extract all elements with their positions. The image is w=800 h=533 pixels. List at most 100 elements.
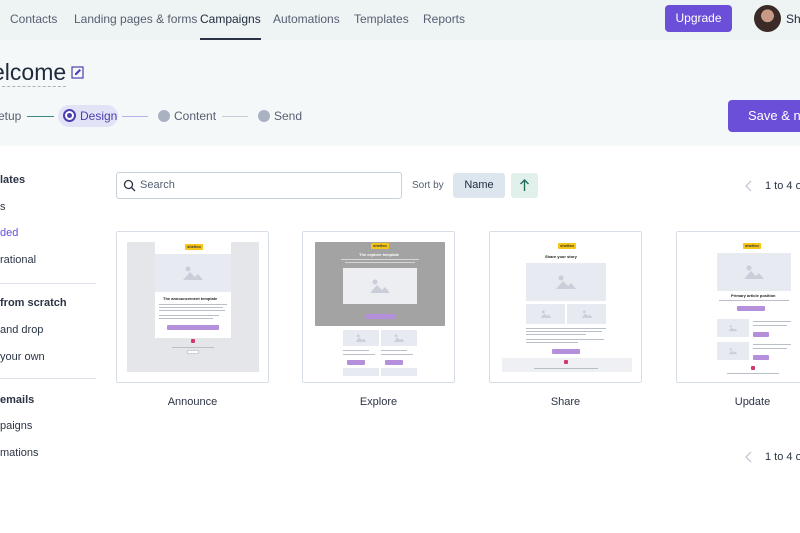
template-name-announce[interactable]: Announce — [116, 396, 269, 408]
image-placeholder-icon — [526, 263, 606, 301]
sidebar-heading-emails: emails — [0, 394, 35, 406]
sidebar-item-code-own[interactable]: your own — [0, 351, 45, 363]
thumbnail-text-line — [526, 328, 606, 329]
thumbnail-cta — [167, 325, 219, 330]
nav-automations[interactable]: Automations — [273, 0, 340, 40]
thumbnail-text-line — [381, 354, 413, 355]
thumbnail-text-line — [343, 354, 375, 355]
thumbnail-heading: Share your story — [545, 254, 577, 259]
thumbnail-text-line — [341, 259, 419, 260]
thumbnail-footer-line — [534, 368, 598, 369]
nav-reports[interactable]: Reports — [423, 0, 465, 40]
arrow-up-icon — [520, 179, 529, 191]
thumbnail-logo: shelleo — [185, 244, 203, 250]
instagram-icon — [191, 339, 195, 343]
sidebar-heading-templates: lates — [0, 174, 26, 186]
step-content[interactable]: Content — [174, 109, 216, 123]
step-setup[interactable]: etup — [0, 109, 21, 123]
nav-contacts[interactable]: Contacts — [10, 0, 57, 40]
image-placeholder — [343, 368, 379, 376]
search-icon — [123, 179, 136, 192]
nav-campaigns[interactable]: Campaigns — [200, 0, 261, 40]
edit-icon[interactable] — [71, 66, 84, 79]
sort-by-label: Sort by — [412, 180, 444, 191]
step-connector-todo — [222, 116, 248, 117]
template-card-share[interactable]: shelleo Share your story — [489, 231, 642, 383]
image-placeholder-icon — [155, 254, 231, 292]
thumbnail-text-line — [526, 339, 604, 340]
step-connector-progress — [122, 116, 148, 117]
pager-text-bottom: 1 to 4 of — [765, 451, 800, 463]
top-nav: Contacts Landing pages & forms Campaigns… — [0, 0, 800, 40]
step-design[interactable]: Design — [80, 109, 117, 123]
thumbnail-text-line — [345, 262, 415, 263]
image-placeholder-icon — [567, 304, 606, 324]
image-placeholder — [381, 368, 417, 376]
thumbnail-text-line — [159, 307, 223, 308]
thumbnail-heading: The explore template — [359, 252, 400, 257]
thumbnail-footer-line — [727, 373, 779, 374]
sort-direction-button[interactable] — [511, 173, 538, 198]
radio-selected-icon — [63, 109, 76, 122]
template-name-explore[interactable]: Explore — [302, 396, 455, 408]
sidebar-heading-scratch: from scratch — [0, 297, 67, 309]
template-name-update[interactable]: Update — [676, 396, 800, 408]
thumbnail-text-line — [753, 348, 787, 349]
image-placeholder-icon — [343, 268, 417, 304]
sort-name-button[interactable]: Name — [453, 173, 505, 198]
thumbnail-cta — [753, 355, 769, 360]
thumbnail-text-line — [159, 315, 219, 316]
instagram-icon — [564, 360, 568, 364]
nav-landing-pages-forms[interactable]: Landing pages & forms — [74, 0, 197, 40]
pager-prev-icon[interactable] — [744, 451, 754, 463]
thumbnail-logo: shelleo — [371, 243, 389, 249]
template-card-update[interactable]: shelleo Primary article position — [676, 231, 800, 383]
sidebar-item-3[interactable]: rational — [0, 254, 36, 266]
thumbnail-text-line — [159, 318, 213, 319]
thumbnail-heading: The announcement template — [163, 296, 218, 301]
thumbnail-cta — [737, 306, 765, 311]
page-title: elcome — [0, 58, 67, 87]
sidebar-divider — [0, 378, 96, 379]
thumbnail-text-line — [753, 321, 791, 322]
image-placeholder-icon — [717, 342, 749, 360]
step-send[interactable]: Send — [274, 109, 302, 123]
pager-prev-icon[interactable] — [744, 180, 754, 192]
pager-text-top: 1 to 4 of — [765, 180, 800, 192]
image-placeholder-icon — [343, 330, 379, 346]
nav-templates[interactable]: Templates — [354, 0, 409, 40]
upgrade-button[interactable]: Upgrade — [665, 5, 732, 32]
thumbnail-text-line — [753, 344, 791, 345]
template-name-share[interactable]: Share — [489, 396, 642, 408]
thumbnail-cta — [385, 360, 403, 365]
campaign-header — [0, 40, 800, 146]
avatar[interactable] — [754, 5, 781, 32]
thumbnail-text-line — [159, 304, 227, 305]
sidebar-item-campaigns[interactable]: paigns — [0, 420, 32, 432]
user-name[interactable]: She — [786, 12, 800, 26]
thumbnail-heading: Primary article position — [731, 293, 776, 298]
instagram-icon — [751, 366, 755, 370]
thumbnail-text-line — [526, 331, 602, 332]
thumbnail-cta — [552, 349, 580, 354]
step-content-dot — [158, 110, 170, 122]
image-placeholder-icon — [526, 304, 565, 324]
template-card-explore[interactable]: shelleo The explore template — [302, 231, 455, 383]
step-connector-done — [27, 116, 54, 117]
search-placeholder: Search — [140, 179, 175, 191]
sidebar-item-drag-drop[interactable]: and drop — [0, 324, 43, 336]
sidebar-divider — [0, 283, 96, 284]
sidebar-item-selected[interactable]: ded — [0, 227, 18, 239]
sidebar-item-1[interactable]: s — [0, 201, 6, 213]
thumbnail-cta — [753, 332, 769, 337]
image-placeholder-icon — [381, 330, 417, 346]
sidebar-item-automations[interactable]: mations — [0, 447, 39, 459]
image-placeholder-icon — [717, 253, 791, 291]
save-next-button[interactable]: Save & ne — [728, 100, 800, 132]
thumbnail-logo: shelleo — [558, 243, 576, 249]
thumbnail-cta — [347, 360, 365, 365]
thumbnail-text-line — [526, 334, 586, 335]
thumbnail-logo: shelleo — [743, 243, 761, 249]
thumbnail-text-line — [343, 350, 369, 351]
template-card-announce[interactable]: shelleo The announcement template — [116, 231, 269, 383]
